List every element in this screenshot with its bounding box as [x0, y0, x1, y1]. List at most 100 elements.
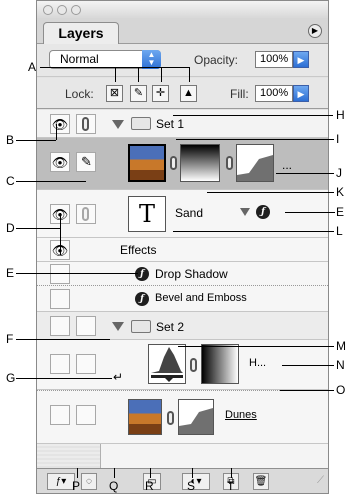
eye-cell[interactable]: [50, 316, 70, 336]
window-titlebar: [36, 0, 329, 18]
lock-image-button[interactable]: ✎: [130, 85, 147, 102]
callout-line-d: [16, 228, 60, 229]
layer-row-set2[interactable]: Set 2: [37, 312, 328, 340]
close-window-icon[interactable]: [43, 5, 53, 15]
callout-e2: E: [6, 266, 15, 280]
link-cell[interactable]: [76, 114, 96, 134]
vector-mask-thumbnail[interactable]: [236, 144, 274, 182]
lock-position-button[interactable]: ✛: [152, 85, 169, 102]
mask-thumbnail[interactable]: [201, 344, 239, 384]
trash-icon: 🗑: [254, 476, 268, 487]
panel-menu-icon[interactable]: ▶: [308, 24, 322, 38]
callout-line-g: [16, 378, 112, 379]
add-style-button[interactable]: ƒ▾: [47, 473, 75, 490]
callout-a: A: [28, 60, 37, 74]
link-icon: [82, 117, 89, 131]
callout-line-r: [150, 468, 151, 478]
effects-triangle-icon[interactable]: [240, 208, 250, 216]
lock-transparency-button[interactable]: ⊠: [106, 85, 123, 102]
callout-q: Q: [109, 479, 119, 493]
fill-input[interactable]: 100%: [255, 85, 293, 102]
fx-icon: ƒ: [135, 267, 149, 281]
clip-arrow-icon: ↵: [113, 370, 124, 384]
eye-cell[interactable]: [50, 289, 70, 309]
adjustment-icon[interactable]: [148, 344, 186, 384]
link-icon[interactable]: [170, 156, 177, 170]
opacity-input[interactable]: 100%: [255, 51, 293, 68]
link-cell[interactable]: [76, 316, 96, 336]
lock-row: Lock: ⊠ ✎ ✛ ▲ Fill: 100% ▶: [37, 78, 328, 109]
blend-row: Normal ▲ ▼ Opacity: 100% ▶: [37, 44, 328, 77]
mask-thumbnail[interactable]: [180, 144, 220, 182]
effects-label: Effects: [120, 243, 157, 257]
callout-h: H: [336, 108, 345, 122]
link-cell[interactable]: [76, 354, 96, 374]
callout-b: B: [6, 133, 15, 147]
link-icon[interactable]: [226, 156, 233, 170]
expand-triangle-icon[interactable]: [112, 120, 124, 129]
lock-icon: ▲: [183, 87, 194, 99]
layer-name: H...: [249, 357, 267, 369]
link-cell[interactable]: [76, 405, 96, 425]
tab-layers[interactable]: Layers: [43, 22, 119, 44]
callout-line-k: [207, 192, 334, 193]
callout-line-i: [176, 139, 334, 140]
layer-row-landscape[interactable]: 👁 ✎ ...: [37, 138, 328, 190]
minimize-window-icon[interactable]: [57, 5, 67, 15]
effect-row-drop-shadow[interactable]: ƒ Drop Shadow: [37, 262, 328, 286]
brush-icon: ✎: [133, 87, 144, 99]
callout-line-p: [77, 468, 78, 478]
callout-c: C: [6, 174, 15, 188]
brush-cell[interactable]: ✎: [76, 152, 96, 172]
expand-triangle-icon[interactable]: [112, 322, 124, 331]
callout-line-q: [114, 468, 115, 478]
callout-line-f: [16, 339, 110, 340]
effects-row: 👁 Effects: [37, 238, 328, 262]
callout-e1: E: [336, 205, 345, 219]
callout-line-h: [173, 115, 333, 116]
callout-line-m: [178, 346, 334, 347]
callout-i: I: [336, 132, 340, 146]
callout-s: S: [187, 479, 196, 493]
link-icon[interactable]: [167, 411, 174, 425]
effect-row-bevel[interactable]: ƒ Bevel and Emboss: [37, 286, 328, 312]
eye-cell[interactable]: [50, 405, 70, 425]
callout-line-s: [192, 468, 193, 478]
delete-layer-button[interactable]: 🗑: [253, 473, 269, 490]
layer-thumbnail[interactable]: [128, 399, 162, 435]
link-icon[interactable]: [190, 358, 197, 372]
link-cell[interactable]: [76, 204, 96, 224]
callout-k: K: [336, 185, 345, 199]
mask-icon: ◌: [86, 476, 92, 487]
folder-icon: [131, 117, 151, 130]
opacity-arrow-icon[interactable]: ▶: [293, 51, 309, 68]
eye-cell[interactable]: [50, 264, 70, 284]
eye-cell[interactable]: [50, 354, 70, 374]
eye-icon[interactable]: 👁: [50, 114, 70, 134]
panel-bottom-bar: ƒ▾ ◌ ▭ ◐▾ ⧉ 🗑 ⟋: [37, 468, 328, 493]
layer-thumbnail[interactable]: [128, 144, 166, 182]
curve-icon: [237, 155, 273, 181]
layer-row-dunes[interactable]: Dunes: [37, 390, 328, 444]
text-layer-icon[interactable]: T: [128, 196, 166, 232]
fill-label: Fill:: [230, 87, 249, 101]
callout-line-d-v: [60, 213, 61, 255]
layer-name: Sand: [175, 206, 204, 220]
vector-mask-thumbnail[interactable]: [178, 399, 214, 435]
resize-grip-icon[interactable]: ⟋: [317, 475, 324, 486]
zoom-window-icon[interactable]: [71, 5, 81, 15]
layer-name: Set 1: [156, 117, 185, 131]
callout-p: P: [72, 479, 81, 493]
callout-t: T: [227, 479, 235, 493]
lock-all-button[interactable]: ▲: [180, 85, 197, 102]
callout-line-t: [231, 468, 232, 478]
add-mask-button[interactable]: ◌: [81, 473, 97, 490]
callout-r: R: [145, 479, 154, 493]
callout-line-a-tick4: [189, 67, 190, 82]
fx-icon: ƒ▾: [55, 476, 67, 487]
callout-o: O: [336, 383, 346, 397]
callout-j: J: [336, 166, 342, 180]
fill-arrow-icon[interactable]: ▶: [293, 85, 309, 102]
layer-name-ellipsis: ...: [282, 158, 293, 172]
eye-icon[interactable]: 👁: [50, 152, 70, 172]
